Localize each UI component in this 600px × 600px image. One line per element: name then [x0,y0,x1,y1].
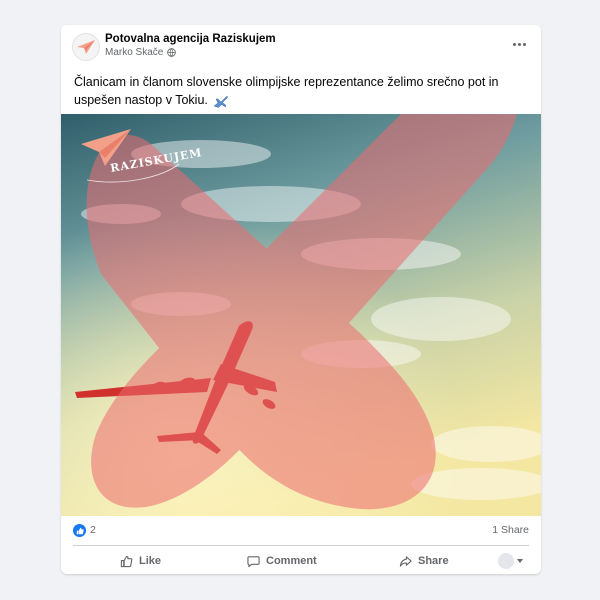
reactions-bar: 2 1 Share [61,516,541,544]
comment-label: Comment [266,555,317,567]
thumbs-up-icon [120,555,133,567]
audience-selector[interactable] [498,551,523,571]
like-label: Like [139,555,162,567]
page-avatar[interactable] [72,33,100,61]
post-header: Potovalna agencija Raziskujem Marko Skač… [61,25,541,67]
page-name[interactable]: Potovalna agencija Raziskujem [105,33,276,45]
like-button[interactable]: Like [120,551,161,571]
comment-button[interactable]: Comment [247,551,317,571]
post-text: Članicam in članom slovenske olimpijske … [74,73,524,109]
post-meta: Marko Skače [105,47,177,58]
paper-plane-logo-icon [77,40,95,54]
post-photo[interactable]: RAZISKUJEM [61,114,541,516]
divider [73,545,529,546]
action-bar: Like Comment Share [61,547,541,574]
author-name[interactable]: Marko Skače [105,47,163,58]
comment-icon [247,555,260,567]
globe-icon [167,48,177,57]
chevron-down-icon [517,559,523,563]
share-label: Share [418,555,449,567]
photo-canvas: RAZISKUJEM [61,114,541,516]
share-icon [399,555,412,567]
share-count[interactable]: 1 Share [492,524,529,536]
like-reaction-icon[interactable] [73,524,86,537]
share-button[interactable]: Share [399,551,449,571]
more-options-icon[interactable] [509,37,529,51]
post-message: Članicam in članom slovenske olimpijske … [74,75,499,107]
user-avatar [498,553,514,569]
reaction-count[interactable]: 2 [90,524,96,536]
airplane-icon [213,95,229,108]
post-card: Potovalna agencija Raziskujem Marko Skač… [61,25,541,574]
